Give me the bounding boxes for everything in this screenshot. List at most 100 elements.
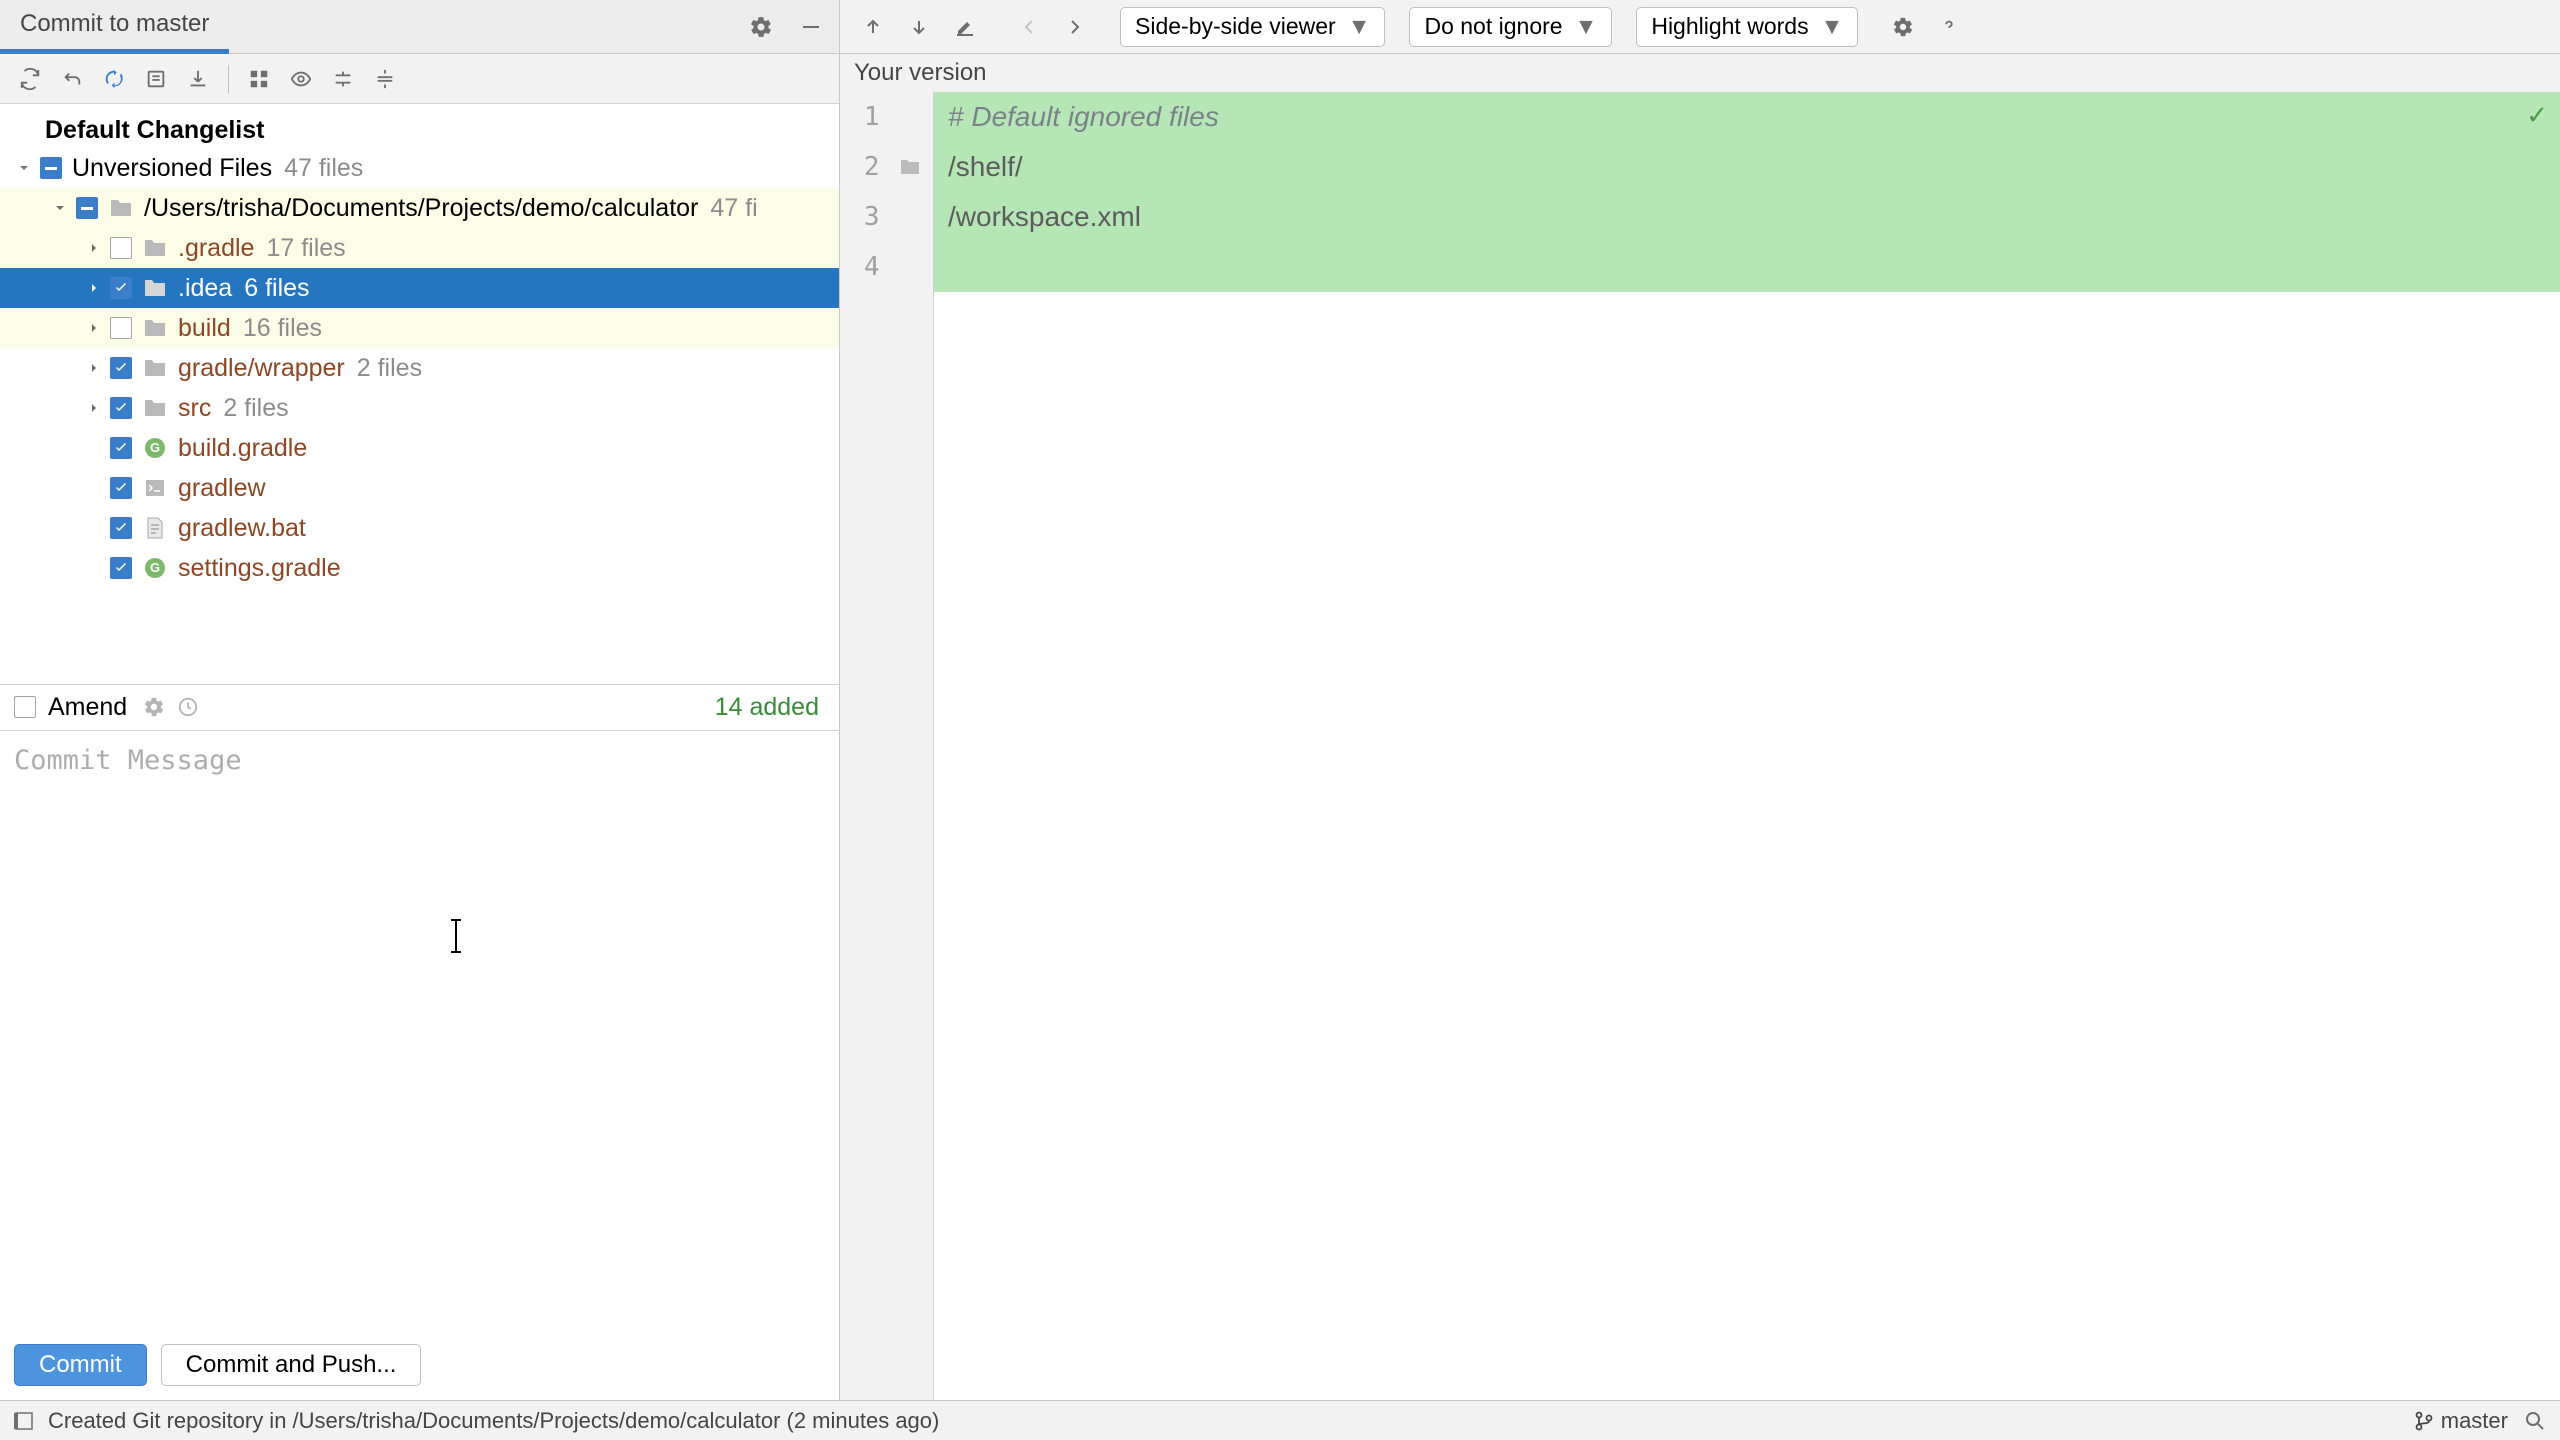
commit-tab[interactable]: Commit to master	[0, 0, 229, 54]
tree-label: settings.gradle	[178, 554, 341, 583]
code-text: /shelf/	[934, 151, 1023, 183]
root-folder-node[interactable]: /Users/trisha/Documents/Projects/demo/ca…	[0, 188, 839, 228]
folder-icon	[142, 317, 168, 339]
help-icon[interactable]	[1930, 8, 1968, 46]
checkbox[interactable]	[110, 397, 132, 419]
toolbar	[0, 54, 839, 104]
checkbox[interactable]	[110, 317, 132, 339]
gear-icon[interactable]	[143, 696, 165, 718]
expand-icon[interactable]	[325, 61, 361, 97]
file-tree: Default Changelist Unversioned Files 47 …	[0, 104, 839, 684]
code-content[interactable]: # Default ignored files /shelf/ /workspa…	[934, 92, 2560, 1400]
unversioned-files-node[interactable]: Unversioned Files 47 files	[0, 148, 839, 188]
line-number: 3	[840, 202, 888, 232]
chevron-right-icon[interactable]	[82, 316, 106, 340]
chevron-right-icon[interactable]	[82, 276, 106, 300]
default-changelist[interactable]: Default Changelist	[0, 112, 839, 148]
code-text: /workspace.xml	[934, 201, 1141, 233]
checkbox[interactable]	[110, 437, 132, 459]
checkbox[interactable]	[76, 197, 98, 219]
commit-buttons: Commit Commit and Push...	[0, 1330, 839, 1400]
highlight-dropdown[interactable]: Highlight words ▼	[1636, 7, 1858, 47]
file-node-gradlew-bat[interactable]: gradlew.bat	[0, 508, 839, 548]
inspection-ok-icon[interactable]: ✓	[2526, 100, 2548, 131]
chevron-down-icon: ▼	[1348, 13, 1371, 40]
chevron-down-icon[interactable]	[12, 156, 36, 180]
shell-file-icon	[142, 477, 168, 499]
refresh-icon[interactable]	[12, 61, 48, 97]
file-node-build-gradle[interactable]: G build.gradle	[0, 428, 839, 468]
chevron-down-icon[interactable]	[48, 196, 72, 220]
diff-icon[interactable]	[96, 61, 132, 97]
checkbox[interactable]	[110, 477, 132, 499]
checkbox[interactable]	[110, 237, 132, 259]
dropdown-label: Highlight words	[1651, 13, 1808, 40]
group-icon[interactable]	[241, 61, 277, 97]
folder-node-gradle-hidden[interactable]: .gradle 17 files	[0, 228, 839, 268]
checkbox[interactable]	[110, 357, 132, 379]
code-text: # Default ignored files	[934, 101, 1219, 133]
amend-bar: Amend 14 added	[0, 684, 839, 730]
file-count: 47 files	[284, 154, 363, 183]
dropdown-label: Side-by-side viewer	[1135, 13, 1336, 40]
gradle-file-icon: G	[142, 437, 168, 459]
settings-icon[interactable]	[1884, 8, 1922, 46]
amend-label: Amend	[48, 693, 127, 722]
gutter: 1 2 3 4	[840, 92, 934, 1400]
folder-node-src[interactable]: src 2 files	[0, 388, 839, 428]
commit-message-input[interactable]: Commit Message	[0, 730, 839, 1331]
chevron-down-icon: ▼	[1821, 13, 1844, 40]
editor[interactable]: 1 2 3 4 # Default ignored files /shelf/ …	[840, 92, 2560, 1400]
chevron-right-icon[interactable]	[82, 356, 106, 380]
folder-node-build[interactable]: build 16 files	[0, 308, 839, 348]
settings-icon[interactable]	[739, 5, 783, 49]
back-icon[interactable]	[1010, 8, 1048, 46]
tree-label: gradlew	[178, 474, 266, 503]
collapse-icon[interactable]	[367, 61, 403, 97]
tab-bar: Commit to master	[0, 0, 839, 54]
text-file-icon	[142, 517, 168, 539]
branch-icon	[2415, 1411, 2433, 1431]
amend-checkbox[interactable]	[14, 696, 36, 718]
branch-name: master	[2441, 1408, 2508, 1434]
branch-indicator[interactable]: master	[2415, 1408, 2508, 1434]
folder-node-gradle-wrapper[interactable]: gradle/wrapper 2 files	[0, 348, 839, 388]
status-bar: Created Git repository in /Users/trisha/…	[0, 1400, 2560, 1440]
next-diff-icon[interactable]	[900, 8, 938, 46]
file-node-settings-gradle[interactable]: G settings.gradle	[0, 548, 839, 588]
changelist-icon[interactable]	[138, 61, 174, 97]
history-icon[interactable]	[177, 696, 199, 718]
commit-button[interactable]: Commit	[14, 1344, 147, 1386]
commit-placeholder: Commit Message	[14, 745, 242, 776]
tree-label: src	[178, 394, 211, 423]
tree-label: build	[178, 314, 231, 343]
view-icon[interactable]	[283, 61, 319, 97]
tree-label: gradle/wrapper	[178, 354, 345, 383]
shelf-icon[interactable]	[180, 61, 216, 97]
svg-text:G: G	[150, 560, 160, 575]
checkbox[interactable]	[110, 517, 132, 539]
minimize-icon[interactable]	[789, 5, 833, 49]
chevron-right-icon[interactable]	[82, 396, 106, 420]
status-icon[interactable]	[14, 1411, 34, 1431]
tree-label: build.gradle	[178, 434, 307, 463]
viewer-mode-dropdown[interactable]: Side-by-side viewer ▼	[1120, 7, 1385, 47]
checkbox[interactable]	[40, 157, 62, 179]
chevron-right-icon[interactable]	[82, 236, 106, 260]
left-panel: Commit to master Default Changelist	[0, 0, 840, 1400]
prev-diff-icon[interactable]	[854, 8, 892, 46]
line-number: 4	[840, 252, 888, 282]
diff-panel: Side-by-side viewer ▼ Do not ignore ▼ Hi…	[840, 0, 2560, 1400]
file-node-gradlew[interactable]: gradlew	[0, 468, 839, 508]
folder-node-idea[interactable]: .idea 6 files	[0, 268, 839, 308]
commit-and-push-button[interactable]: Commit and Push...	[161, 1344, 422, 1386]
edit-icon[interactable]	[946, 8, 984, 46]
search-icon[interactable]	[2524, 1410, 2546, 1432]
checkbox[interactable]	[110, 277, 132, 299]
checkbox[interactable]	[110, 557, 132, 579]
file-count: 16 files	[243, 314, 322, 343]
file-count: 2 files	[223, 394, 288, 423]
rollback-icon[interactable]	[54, 61, 90, 97]
forward-icon[interactable]	[1056, 8, 1094, 46]
ignore-dropdown[interactable]: Do not ignore ▼	[1409, 7, 1612, 47]
